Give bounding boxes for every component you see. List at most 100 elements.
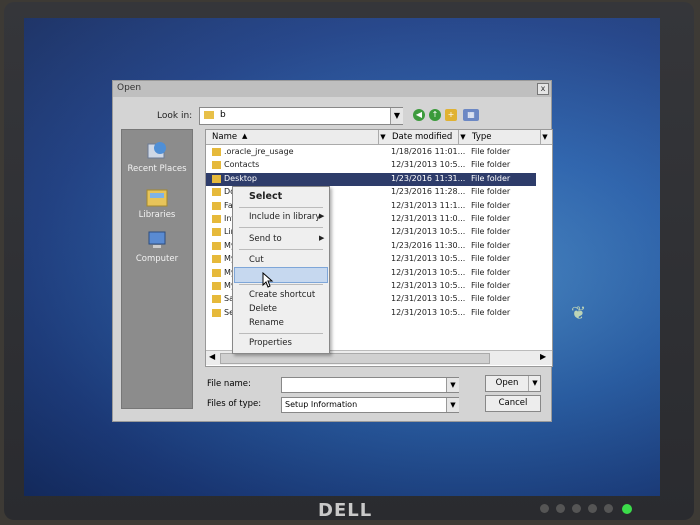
monitor-button (556, 504, 565, 513)
menu-label: Delete (249, 304, 277, 314)
open-dialog: Open x Look in: b ▼ ◀ ↑ + ▦ Recent Place… (112, 80, 553, 422)
view-menu-icon[interactable]: ▦ (463, 109, 479, 121)
folder-icon (204, 111, 214, 119)
scroll-left-icon[interactable]: ◀ (209, 352, 215, 361)
file-type: File folder (471, 187, 511, 197)
chevron-down-icon[interactable]: ▼ (390, 108, 403, 124)
open-button-label: Open (495, 378, 519, 388)
file-name: .oracle_jre_usage (224, 147, 294, 156)
file-type: File folder (471, 267, 511, 277)
monitor-button (572, 504, 581, 513)
menu-item-select[interactable]: Select (233, 189, 329, 203)
folder-icon (212, 148, 221, 156)
menu-label: Cut (249, 255, 264, 265)
file-name-label: File name: (207, 379, 251, 389)
menu-label: Include in library (249, 212, 321, 222)
menu-item-copy[interactable] (234, 267, 328, 283)
file-type: File folder (471, 160, 511, 170)
file-type: File folder (471, 240, 511, 250)
chevron-down-icon[interactable]: ▼ (528, 376, 541, 391)
dialog-title: Open (117, 83, 142, 93)
menu-separator (239, 207, 323, 208)
menu-label: Properties (249, 338, 292, 348)
scroll-thumb[interactable] (220, 353, 490, 364)
place-label: Libraries (138, 210, 176, 220)
file-type: File folder (471, 200, 511, 210)
monitor-brand: DELL (318, 500, 373, 521)
file-date: 1/23/2016 11:28... (391, 187, 466, 197)
folder-icon (212, 268, 221, 277)
place-label: Computer (135, 254, 179, 264)
file-date: 1/23/2016 11:30... (391, 240, 466, 250)
file-date: 12/31/2013 10:5... (391, 254, 466, 264)
file-date: 12/31/2013 10:5... (391, 267, 466, 277)
folder-icon (212, 255, 221, 264)
menu-label: Select (249, 191, 283, 202)
menu-label: Create shortcut (249, 290, 316, 300)
file-type: File folder (471, 254, 511, 264)
open-button[interactable]: Open ▼ (485, 375, 541, 392)
place-recent[interactable]: Recent Places (122, 138, 192, 182)
back-icon[interactable]: ◀ (413, 109, 425, 121)
table-row[interactable]: Contacts 12/31/2013 10:5... File folder (206, 159, 536, 172)
look-in-combo[interactable]: b ▼ (199, 107, 403, 125)
libraries-icon (146, 189, 168, 207)
mouse-cursor-icon (262, 272, 274, 288)
chevron-down-icon[interactable]: ▼ (540, 130, 549, 144)
table-row[interactable]: .oracle_jre_usage 1/18/2016 11:01... File … (206, 146, 536, 159)
file-date: 12/31/2013 11:1... (391, 200, 466, 210)
menu-item-delete[interactable]: Delete (233, 302, 329, 316)
new-folder-icon[interactable]: + (445, 109, 457, 121)
recent-places-icon (147, 142, 166, 159)
place-computer[interactable]: Computer (122, 228, 192, 272)
menu-item-send-to[interactable]: Send to ▶ (233, 232, 329, 246)
scroll-right-icon[interactable]: ▶ (540, 352, 546, 361)
menu-label: Rename (249, 318, 284, 328)
close-icon[interactable]: x (537, 83, 549, 95)
folder-icon (212, 174, 221, 183)
chevron-down-icon[interactable]: ▼ (458, 130, 467, 144)
file-name: Contacts (224, 160, 260, 170)
menu-item-rename[interactable]: Rename (233, 316, 329, 330)
file-type-select[interactable]: Setup Information ▼ (281, 397, 459, 413)
folder-icon (212, 201, 221, 210)
file-type: File folder (471, 307, 511, 317)
menu-item-include-in-library[interactable]: Include in library ▶ (233, 210, 329, 224)
file-date: 12/31/2013 10:5... (391, 294, 466, 304)
menu-item-properties[interactable]: Properties (233, 336, 329, 350)
menu-item-create-shortcut[interactable]: Create shortcut (233, 288, 329, 302)
file-type: File folder (471, 294, 511, 304)
file-date: 12/31/2013 10:5... (391, 160, 466, 170)
monitor-button (588, 504, 597, 513)
menu-separator (239, 333, 323, 334)
file-date: 12/31/2013 10:5... (391, 307, 466, 317)
file-type: File folder (471, 214, 511, 223)
file-date: 12/31/2013 11:0... (391, 214, 466, 223)
file-name-input[interactable]: ▼ (281, 377, 459, 393)
file-date: 1/23/2016 11:31... (391, 173, 466, 183)
file-date: 12/31/2013 10:5... (391, 281, 466, 290)
chevron-down-icon[interactable]: ▼ (378, 130, 387, 144)
chevron-down-icon[interactable]: ▼ (446, 398, 459, 412)
column-name[interactable]: Name (212, 132, 237, 142)
menu-item-cut[interactable]: Cut (233, 253, 329, 267)
folder-icon (212, 295, 221, 304)
sort-up-icon: ▲ (242, 132, 248, 140)
file-type-value: Setup Information (285, 400, 358, 409)
file-type-label: Files of type: (207, 399, 262, 409)
column-type[interactable]: Type (472, 132, 492, 142)
places-bar: Recent Places Libraries Computer (121, 129, 193, 409)
chevron-down-icon[interactable]: ▼ (446, 378, 459, 392)
column-date[interactable]: Date modified (392, 132, 452, 142)
menu-separator (239, 227, 323, 228)
file-type: File folder (471, 227, 511, 237)
file-name: Desktop (224, 173, 257, 183)
file-date: 12/31/2013 10:5... (391, 227, 466, 237)
cancel-button[interactable]: Cancel (485, 395, 541, 412)
folder-icon (212, 228, 221, 237)
place-libraries[interactable]: Libraries (122, 184, 192, 228)
monitor-button (540, 504, 549, 513)
up-folder-icon[interactable]: ↑ (429, 109, 441, 121)
folder-icon (212, 161, 221, 170)
table-row[interactable]: Desktop 1/23/2016 11:31... File folder (206, 172, 536, 186)
